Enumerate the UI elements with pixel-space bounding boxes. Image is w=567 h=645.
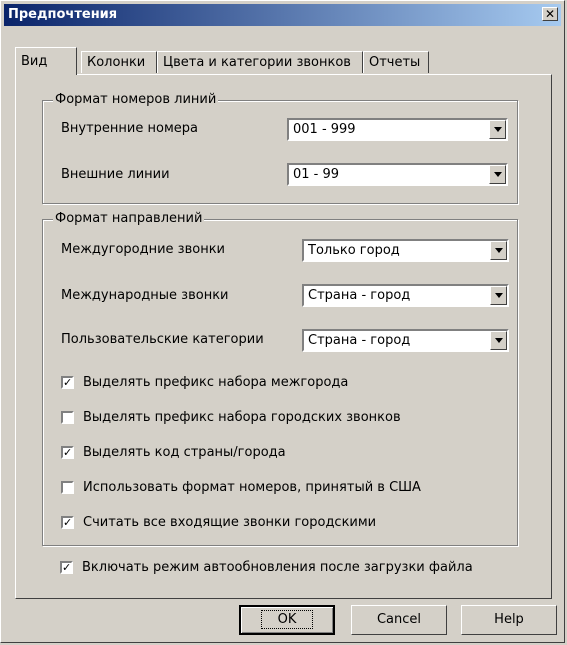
tab-colors-categories[interactable]: Цвета и категории звонков bbox=[157, 51, 363, 73]
ok-button[interactable]: OK bbox=[239, 605, 335, 635]
intercity-calls-label: Междугородние звонки bbox=[61, 242, 225, 257]
tab-columns[interactable]: Колонки bbox=[81, 51, 157, 73]
cancel-button[interactable]: Cancel bbox=[351, 605, 447, 635]
checkbox-unchecked-icon[interactable] bbox=[61, 481, 74, 494]
internal-numbers-value: 001 - 999 bbox=[293, 122, 356, 137]
help-button[interactable]: Help bbox=[461, 605, 557, 635]
preferences-dialog: Предпочтения ✕ Вид Колонки Цвета и катег… bbox=[0, 0, 565, 643]
auto-update-label: Включать режим автообновления после загр… bbox=[82, 560, 473, 575]
external-lines-select[interactable]: 01 - 99 bbox=[287, 163, 508, 186]
international-calls-select[interactable]: Страна - город bbox=[302, 284, 509, 307]
user-categories-label: Пользовательские категории bbox=[61, 332, 264, 347]
close-button[interactable]: ✕ bbox=[542, 7, 558, 21]
external-lines-value: 01 - 99 bbox=[293, 167, 340, 182]
window-title: Предпочтения bbox=[8, 7, 118, 22]
internal-numbers-label: Внутренние номера bbox=[61, 121, 198, 136]
checkbox-checked-icon[interactable]: ✓ bbox=[61, 446, 74, 459]
tab-panel-view: Формат номеров линий Внутренние номера 0… bbox=[15, 74, 552, 599]
line-format-legend: Формат номеров линий bbox=[53, 92, 219, 107]
internal-numbers-select[interactable]: 001 - 999 bbox=[287, 118, 508, 141]
intercity-calls-select[interactable]: Только город bbox=[302, 239, 509, 262]
international-calls-value: Страна - город bbox=[308, 288, 411, 303]
us-number-format-label: Использовать формат номеров, принятый в … bbox=[83, 480, 421, 495]
chevron-down-icon[interactable] bbox=[489, 165, 506, 184]
highlight-intercity-prefix-label: Выделять префикс набора межгорода bbox=[83, 375, 349, 390]
direction-format-group: Формат направлений Междугородние звонки … bbox=[42, 211, 518, 546]
direction-format-legend: Формат направлений bbox=[53, 211, 205, 226]
highlight-country-code-label: Выделять код страны/города bbox=[83, 445, 286, 460]
chevron-down-icon[interactable] bbox=[490, 286, 507, 305]
line-format-group: Формат номеров линий Внутренние номера 0… bbox=[42, 92, 518, 204]
checkbox-checked-icon[interactable]: ✓ bbox=[61, 516, 74, 529]
chevron-down-icon[interactable] bbox=[490, 331, 507, 350]
tab-reports[interactable]: Отчеты bbox=[363, 51, 429, 73]
incoming-as-city-label: Считать все входящие звонки городскими bbox=[83, 515, 377, 530]
checkbox-checked-icon[interactable]: ✓ bbox=[61, 376, 74, 389]
checkbox-unchecked-icon[interactable] bbox=[61, 411, 74, 424]
chevron-down-icon[interactable] bbox=[490, 241, 507, 260]
title-bar[interactable]: Предпочтения ✕ bbox=[4, 4, 561, 26]
tab-view[interactable]: Вид bbox=[15, 47, 77, 75]
intercity-calls-value: Только город bbox=[308, 243, 400, 258]
checkbox-checked-icon[interactable]: ✓ bbox=[60, 561, 73, 574]
ok-button-label: OK bbox=[260, 610, 314, 629]
user-categories-value: Страна - город bbox=[308, 333, 411, 348]
highlight-city-prefix-label: Выделять префикс набора городских звонко… bbox=[83, 410, 401, 425]
international-calls-label: Международные звонки bbox=[61, 288, 229, 303]
user-categories-select[interactable]: Страна - город bbox=[302, 329, 509, 352]
chevron-down-icon[interactable] bbox=[489, 120, 506, 139]
external-lines-label: Внешние линии bbox=[61, 167, 170, 182]
